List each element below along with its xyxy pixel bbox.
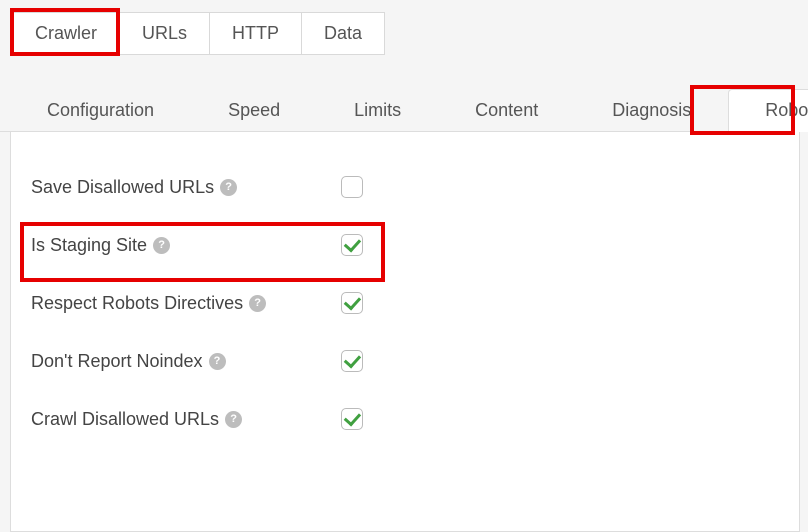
tab-speed[interactable]: Speed [191, 89, 317, 131]
label-text: Is Staging Site [31, 235, 147, 256]
label-text: Crawl Disallowed URLs [31, 409, 219, 430]
row-is-staging-site: Is Staging Site ? [31, 216, 779, 274]
label-text: Don't Report Noindex [31, 351, 203, 372]
tab-data[interactable]: Data [301, 12, 385, 55]
robots-options-panel: Save Disallowed URLs ? Is Staging Site ?… [10, 132, 800, 532]
row-crawl-disallowed-urls: Crawl Disallowed URLs ? [31, 390, 779, 448]
label-save-disallowed-urls: Save Disallowed URLs ? [31, 177, 341, 198]
main-tab-bar: Crawler URLs HTTP Data [0, 0, 808, 55]
tab-configuration[interactable]: Configuration [10, 89, 191, 131]
help-icon[interactable]: ? [249, 295, 266, 312]
checkbox-save-disallowed-urls[interactable] [341, 176, 363, 198]
label-is-staging-site: Is Staging Site ? [31, 235, 341, 256]
tab-diagnosis[interactable]: Diagnosis [575, 89, 728, 131]
help-icon[interactable]: ? [153, 237, 170, 254]
sub-tab-bar: Configuration Speed Limits Content Diagn… [0, 55, 808, 132]
help-icon[interactable]: ? [225, 411, 242, 428]
help-icon[interactable]: ? [220, 179, 237, 196]
checkbox-is-staging-site[interactable] [341, 234, 363, 256]
checkbox-dont-report-noindex[interactable] [341, 350, 363, 372]
row-save-disallowed-urls: Save Disallowed URLs ? [31, 158, 779, 216]
tab-limits[interactable]: Limits [317, 89, 438, 131]
label-text: Respect Robots Directives [31, 293, 243, 314]
tab-http[interactable]: HTTP [209, 12, 302, 55]
row-dont-report-noindex: Don't Report Noindex ? [31, 332, 779, 390]
row-respect-robots-directives: Respect Robots Directives ? [31, 274, 779, 332]
tab-urls[interactable]: URLs [119, 12, 210, 55]
checkbox-respect-robots-directives[interactable] [341, 292, 363, 314]
tab-robots[interactable]: Robots [728, 89, 808, 132]
label-text: Save Disallowed URLs [31, 177, 214, 198]
label-dont-report-noindex: Don't Report Noindex ? [31, 351, 341, 372]
tab-crawler[interactable]: Crawler [12, 12, 120, 55]
help-icon[interactable]: ? [209, 353, 226, 370]
label-respect-robots-directives: Respect Robots Directives ? [31, 293, 341, 314]
checkbox-crawl-disallowed-urls[interactable] [341, 408, 363, 430]
tab-content[interactable]: Content [438, 89, 575, 131]
label-crawl-disallowed-urls: Crawl Disallowed URLs ? [31, 409, 341, 430]
